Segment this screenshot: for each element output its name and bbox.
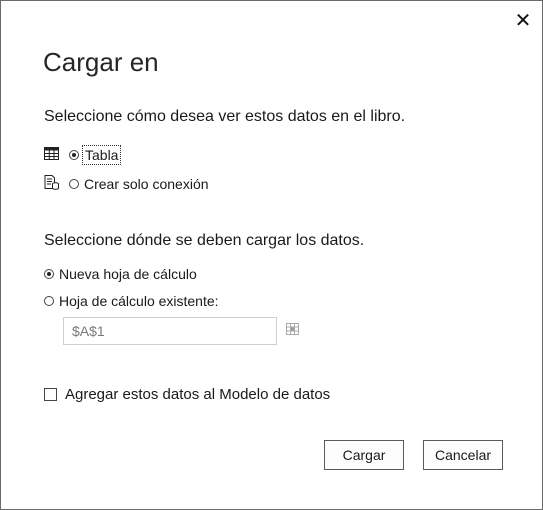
load-option-existing-sheet[interactable]: Hoja de cálculo existente: <box>44 291 219 311</box>
load-to-dialog: ✕ Cargar en Seleccione cómo desea ver es… <box>0 0 543 510</box>
existing-sheet-label: Hoja de cálculo existente: <box>59 293 219 309</box>
cell-reference-input[interactable]: $A$1 <box>63 317 277 345</box>
connection-only-label: Crear solo conexión <box>84 176 209 192</box>
range-select-icon[interactable] <box>286 323 300 341</box>
connection-icon <box>44 175 59 193</box>
cancel-button[interactable]: Cancelar <box>423 440 503 470</box>
add-to-data-model-option[interactable]: Agregar estos datos al Modelo de datos <box>44 384 330 404</box>
new-sheet-label: Nueva hoja de cálculo <box>59 266 197 282</box>
add-to-data-model-checkbox[interactable] <box>44 387 57 401</box>
view-section-heading: Seleccione cómo desea ver estos datos en… <box>44 108 406 125</box>
table-icon <box>44 147 59 163</box>
load-button[interactable]: Cargar <box>324 440 404 470</box>
view-option-connection-only[interactable]: Crear solo conexión <box>44 174 209 194</box>
view-option-table[interactable]: Tabla <box>44 145 122 165</box>
add-to-data-model-label: Agregar estos datos al Modelo de datos <box>65 385 331 403</box>
table-option-label: Tabla <box>81 145 122 165</box>
table-radio[interactable] <box>69 150 79 160</box>
close-icon[interactable]: ✕ <box>513 11 533 31</box>
existing-sheet-radio[interactable] <box>44 296 54 306</box>
load-option-new-sheet[interactable]: Nueva hoja de cálculo <box>44 264 197 284</box>
dialog-title: Cargar en <box>43 47 159 77</box>
connection-only-radio[interactable] <box>69 179 79 189</box>
new-sheet-radio[interactable] <box>44 269 54 279</box>
load-section-heading: Seleccione dónde se deben cargar los dat… <box>44 232 365 249</box>
